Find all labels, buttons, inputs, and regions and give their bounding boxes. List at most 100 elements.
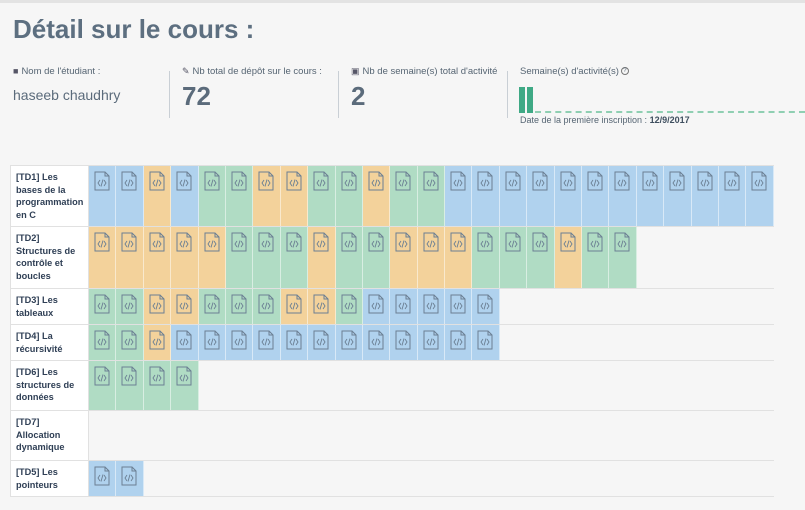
submission-cell[interactable] — [171, 289, 199, 324]
submission-cell[interactable] — [89, 361, 117, 410]
code-file-icon — [450, 294, 466, 314]
submission-cell[interactable] — [89, 166, 117, 226]
submission-cell[interactable] — [280, 325, 309, 360]
submission-cell[interactable] — [116, 227, 144, 288]
submission-cell[interactable] — [253, 325, 281, 360]
submission-cell[interactable] — [472, 166, 500, 226]
code-file-icon — [149, 232, 165, 252]
submission-cell[interactable] — [308, 289, 336, 324]
submission-cell[interactable] — [116, 166, 144, 226]
submission-cell[interactable] — [116, 361, 144, 410]
submission-cell[interactable] — [89, 289, 117, 324]
submission-cell[interactable] — [308, 325, 336, 360]
submission-cell[interactable] — [362, 227, 391, 288]
submission-cell[interactable] — [390, 325, 418, 360]
submission-cell[interactable] — [636, 166, 665, 226]
code-file-icon — [450, 330, 466, 350]
submission-cell[interactable] — [445, 166, 473, 226]
submission-cell[interactable] — [691, 166, 719, 226]
submission-cell[interactable] — [582, 166, 610, 226]
submission-cell[interactable] — [390, 289, 418, 324]
code-file-icon — [423, 330, 439, 350]
submission-cell[interactable] — [472, 325, 500, 360]
code-file-icon — [368, 330, 384, 350]
submission-cell[interactable] — [171, 361, 199, 410]
submission-cell[interactable] — [308, 166, 336, 226]
submission-cell[interactable] — [89, 461, 117, 496]
submission-cell[interactable] — [362, 166, 391, 226]
submission-cell[interactable] — [225, 227, 254, 288]
deposits-label: Nb total de dépôt sur le cours : — [192, 66, 322, 77]
submission-cell[interactable] — [335, 227, 363, 288]
submission-cell[interactable] — [280, 289, 309, 324]
submission-cell[interactable] — [253, 227, 281, 288]
submission-cell[interactable] — [280, 227, 309, 288]
submission-cell[interactable] — [417, 227, 446, 288]
submission-cell[interactable] — [417, 289, 446, 324]
submission-cell[interactable] — [198, 325, 226, 360]
submission-cell[interactable] — [143, 289, 172, 324]
submission-cell[interactable] — [472, 227, 500, 288]
submission-cell[interactable] — [335, 166, 363, 226]
row-label: [TD6] Les structures de données — [10, 361, 89, 410]
submission-cell[interactable] — [527, 227, 555, 288]
code-file-icon — [231, 232, 247, 252]
submission-cell[interactable] — [609, 166, 637, 226]
code-file-icon — [204, 171, 220, 191]
submission-cell[interactable] — [143, 227, 172, 288]
submission-cell[interactable] — [116, 325, 144, 360]
submission-cell[interactable] — [198, 166, 226, 226]
submission-cell[interactable] — [417, 166, 446, 226]
code-file-icon — [532, 171, 548, 191]
code-file-icon — [94, 330, 110, 350]
submission-cell[interactable] — [445, 289, 473, 324]
submission-cell[interactable] — [582, 227, 610, 288]
submission-cell[interactable] — [554, 166, 583, 226]
row-label: [TD1] Les bases de la programmation en C — [10, 166, 89, 226]
submission-cell[interactable] — [280, 166, 309, 226]
submission-cell[interactable] — [198, 227, 226, 288]
submission-cell[interactable] — [390, 227, 418, 288]
submission-cell[interactable] — [198, 289, 226, 324]
submission-cell[interactable] — [499, 227, 528, 288]
submission-cell[interactable] — [664, 166, 692, 226]
submission-cell[interactable] — [554, 227, 583, 288]
submission-cell[interactable] — [445, 325, 473, 360]
submission-cell[interactable] — [445, 227, 473, 288]
submission-cell[interactable] — [225, 166, 254, 226]
code-file-icon — [450, 171, 466, 191]
submission-cell[interactable] — [499, 166, 528, 226]
submission-cell[interactable] — [253, 289, 281, 324]
submission-cell[interactable] — [746, 166, 774, 226]
submission-cell[interactable] — [143, 166, 172, 226]
submission-cell[interactable] — [417, 325, 446, 360]
submission-cell[interactable] — [609, 227, 637, 288]
submission-cell[interactable] — [143, 361, 172, 410]
submission-cell[interactable] — [390, 166, 418, 226]
submission-cell[interactable] — [308, 227, 336, 288]
submission-cell[interactable] — [116, 289, 144, 324]
submission-cell[interactable] — [362, 289, 391, 324]
submission-cell[interactable] — [253, 166, 281, 226]
submission-cell[interactable] — [335, 325, 363, 360]
stat-divider — [338, 71, 339, 118]
submission-cell[interactable] — [116, 461, 144, 496]
submission-cell[interactable] — [472, 289, 500, 324]
submission-cell[interactable] — [89, 325, 117, 360]
submission-cell[interactable] — [171, 166, 199, 226]
submission-cell[interactable] — [527, 166, 555, 226]
submission-cell[interactable] — [225, 289, 254, 324]
info-icon[interactable]: ? — [620, 67, 629, 76]
submission-cell[interactable] — [143, 325, 172, 360]
course-row: [TD7] Allocation dynamique — [10, 411, 774, 461]
submission-cell[interactable] — [171, 325, 199, 360]
row-cells — [89, 361, 199, 410]
submission-cell[interactable] — [171, 227, 199, 288]
submission-cell[interactable] — [89, 227, 117, 288]
submission-cell[interactable] — [225, 325, 254, 360]
submission-cell[interactable] — [362, 325, 391, 360]
code-file-icon — [149, 330, 165, 350]
submission-cell[interactable] — [718, 166, 747, 226]
code-file-icon — [121, 366, 137, 386]
submission-cell[interactable] — [335, 289, 363, 324]
